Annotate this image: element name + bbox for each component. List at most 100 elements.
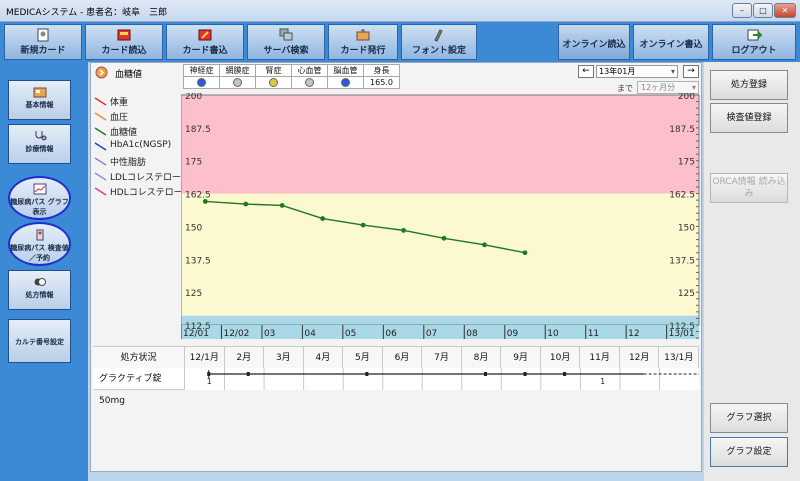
card-write-label: カード書込 [182,46,228,56]
month-header: 12月 [619,347,660,369]
legend-line-icon [94,112,107,121]
data-point [279,203,285,208]
legend-label: 体重 [110,98,129,108]
title-bar: MEDICAシステム - 患者名：岐阜 三郎 – □ ✕ [0,0,800,22]
chart-band [181,193,699,316]
logout-label: ログアウト [731,46,777,56]
y-tick-label-right: 187.5 [669,125,695,135]
x-tick-label: 12 [628,329,639,339]
complication-label: 心血管 [291,64,328,77]
prescription-register-button[interactable]: 処方登録 [710,70,788,100]
month-header: 4月 [303,347,344,369]
circle-arrow-icon [95,66,108,79]
prescription-header-label: 処方状況 [93,347,185,369]
month-header: 8月 [461,347,502,369]
main-panel: 血糖値 神経症 網膜症 腎症 心血管 脳血管 身長 165.0 ← 13年01月… [90,62,702,472]
calendar-dropdown-icon: ▾ [670,67,675,76]
graph-select-button[interactable]: グラフ選択 [710,403,788,433]
y-tick-label: 187.5 [185,125,211,135]
maximize-button[interactable]: □ [753,3,773,18]
basic-info-icon [33,87,46,98]
timeline-marker-label: 1 [207,377,212,386]
data-point [320,216,326,221]
card-write-button[interactable]: カード書込 [166,24,244,60]
complication-cell [327,76,364,89]
sidebar-item-chart-number[interactable]: カルテ番号設定 [8,319,71,363]
month-header: 10月 [540,347,581,369]
sidebar-item-diabetes-graph[interactable]: 糖尿病パス グラフ表示 [8,176,71,220]
y-tick-label-right: 150 [678,223,695,233]
prescription-drug-row[interactable]: グラクティブ錠50mg 11 [93,368,699,406]
month-header: 13/1月 [659,347,699,369]
x-tick-label: 07 [426,329,437,339]
legend-label: HDLコレステロール [110,188,192,198]
sidebar-item-medical-info[interactable]: 診療情報 [8,124,71,164]
chart-band [181,95,699,194]
status-dot [197,78,206,87]
month-header: 5月 [343,347,383,369]
status-dot [269,78,278,87]
y-tick-label-right: 175 [678,158,695,168]
server-search-button[interactable]: サーバ検索 [247,24,325,60]
stethoscope-icon [35,131,46,141]
card-issue-icon [356,29,370,41]
sidebar-item-label: 診療情報 [25,145,54,153]
card-read-button[interactable]: カード読込 [85,24,163,60]
logout-button[interactable]: ログアウト [712,24,796,60]
y-tick-label-right: 125 [678,289,695,299]
legend-line-icon [94,187,107,196]
complication-cell [219,76,256,89]
month-header: 2月 [224,347,265,369]
graph-icon [33,183,46,195]
month-header: 3月 [264,347,304,369]
timeline-marker [246,372,250,376]
complications-table: 神経症 網膜症 腎症 心血管 脳血管 身長 165.0 [183,64,400,89]
timeline-marker-label: 1 [600,377,605,386]
drug-timeline: 11 [207,368,699,390]
card-write-icon [198,29,212,41]
legend-label: HbA1c(NGSP) [110,140,172,150]
sidebar-item-diabetes-test[interactable]: 糖尿病パス 検査値／予約 [8,222,71,266]
y-tick-label: 137.5 [185,256,211,266]
legend-line-icon [94,157,107,166]
test-register-button[interactable]: 検査値登録 [710,103,788,133]
x-tick-label: 13/01 [669,329,695,339]
chart-band [181,315,699,325]
month-header: 7月 [422,347,462,369]
prev-button[interactable]: ← [578,65,594,78]
date-input[interactable]: 13年01月 ▾ [596,65,678,78]
y-tick-label: 150 [185,223,202,233]
legend-line-icon [94,172,107,181]
legend-label: 中性脂肪 [110,158,147,168]
chevron-down-icon: ▾ [691,83,696,92]
minimize-button[interactable]: – [732,3,752,18]
close-button[interactable]: ✕ [774,3,796,18]
server-search-icon [279,28,293,41]
x-tick-label: 06 [385,329,397,339]
sidebar-item-basic-info[interactable]: 基本情報 [8,80,71,120]
sidebar-item-prescription[interactable]: 処方情報 [8,270,71,310]
new-card-button[interactable]: 新規カード [4,24,82,60]
x-tick-label: 10 [547,329,559,339]
complication-cell [255,76,292,89]
x-axis-band [181,325,699,339]
next-button[interactable]: → [683,65,699,78]
font-settings-button[interactable]: フォント設定 [401,24,477,60]
x-tick-label: 08 [466,329,478,339]
online-read-button[interactable]: オンライン読込 [558,24,630,60]
card-issue-button[interactable]: カード発行 [328,24,398,60]
x-tick-label: 12/01 [183,329,209,339]
selected-item[interactable]: 血糖値 [95,66,175,80]
online-write-button[interactable]: オンライン書込 [633,24,709,60]
complication-label: 網膜症 [219,64,256,77]
legend-label: 血糖値 [110,128,138,138]
month-header: 12/1月 [185,347,225,369]
online-read-label: オンライン読込 [562,40,626,50]
card-issue-label: カード発行 [340,46,386,56]
orca-read-button[interactable]: ORCA情報 読み込み [710,173,788,203]
new-card-icon [37,28,49,42]
new-card-label: 新規カード [20,46,66,56]
graph-settings-button[interactable]: グラフ設定 [710,437,788,467]
sidebar: 基本情報 診療情報 糖尿病パス グラフ表示 糖尿病パス 検査値／予約 処方情報 … [0,62,88,481]
data-point [360,222,366,228]
